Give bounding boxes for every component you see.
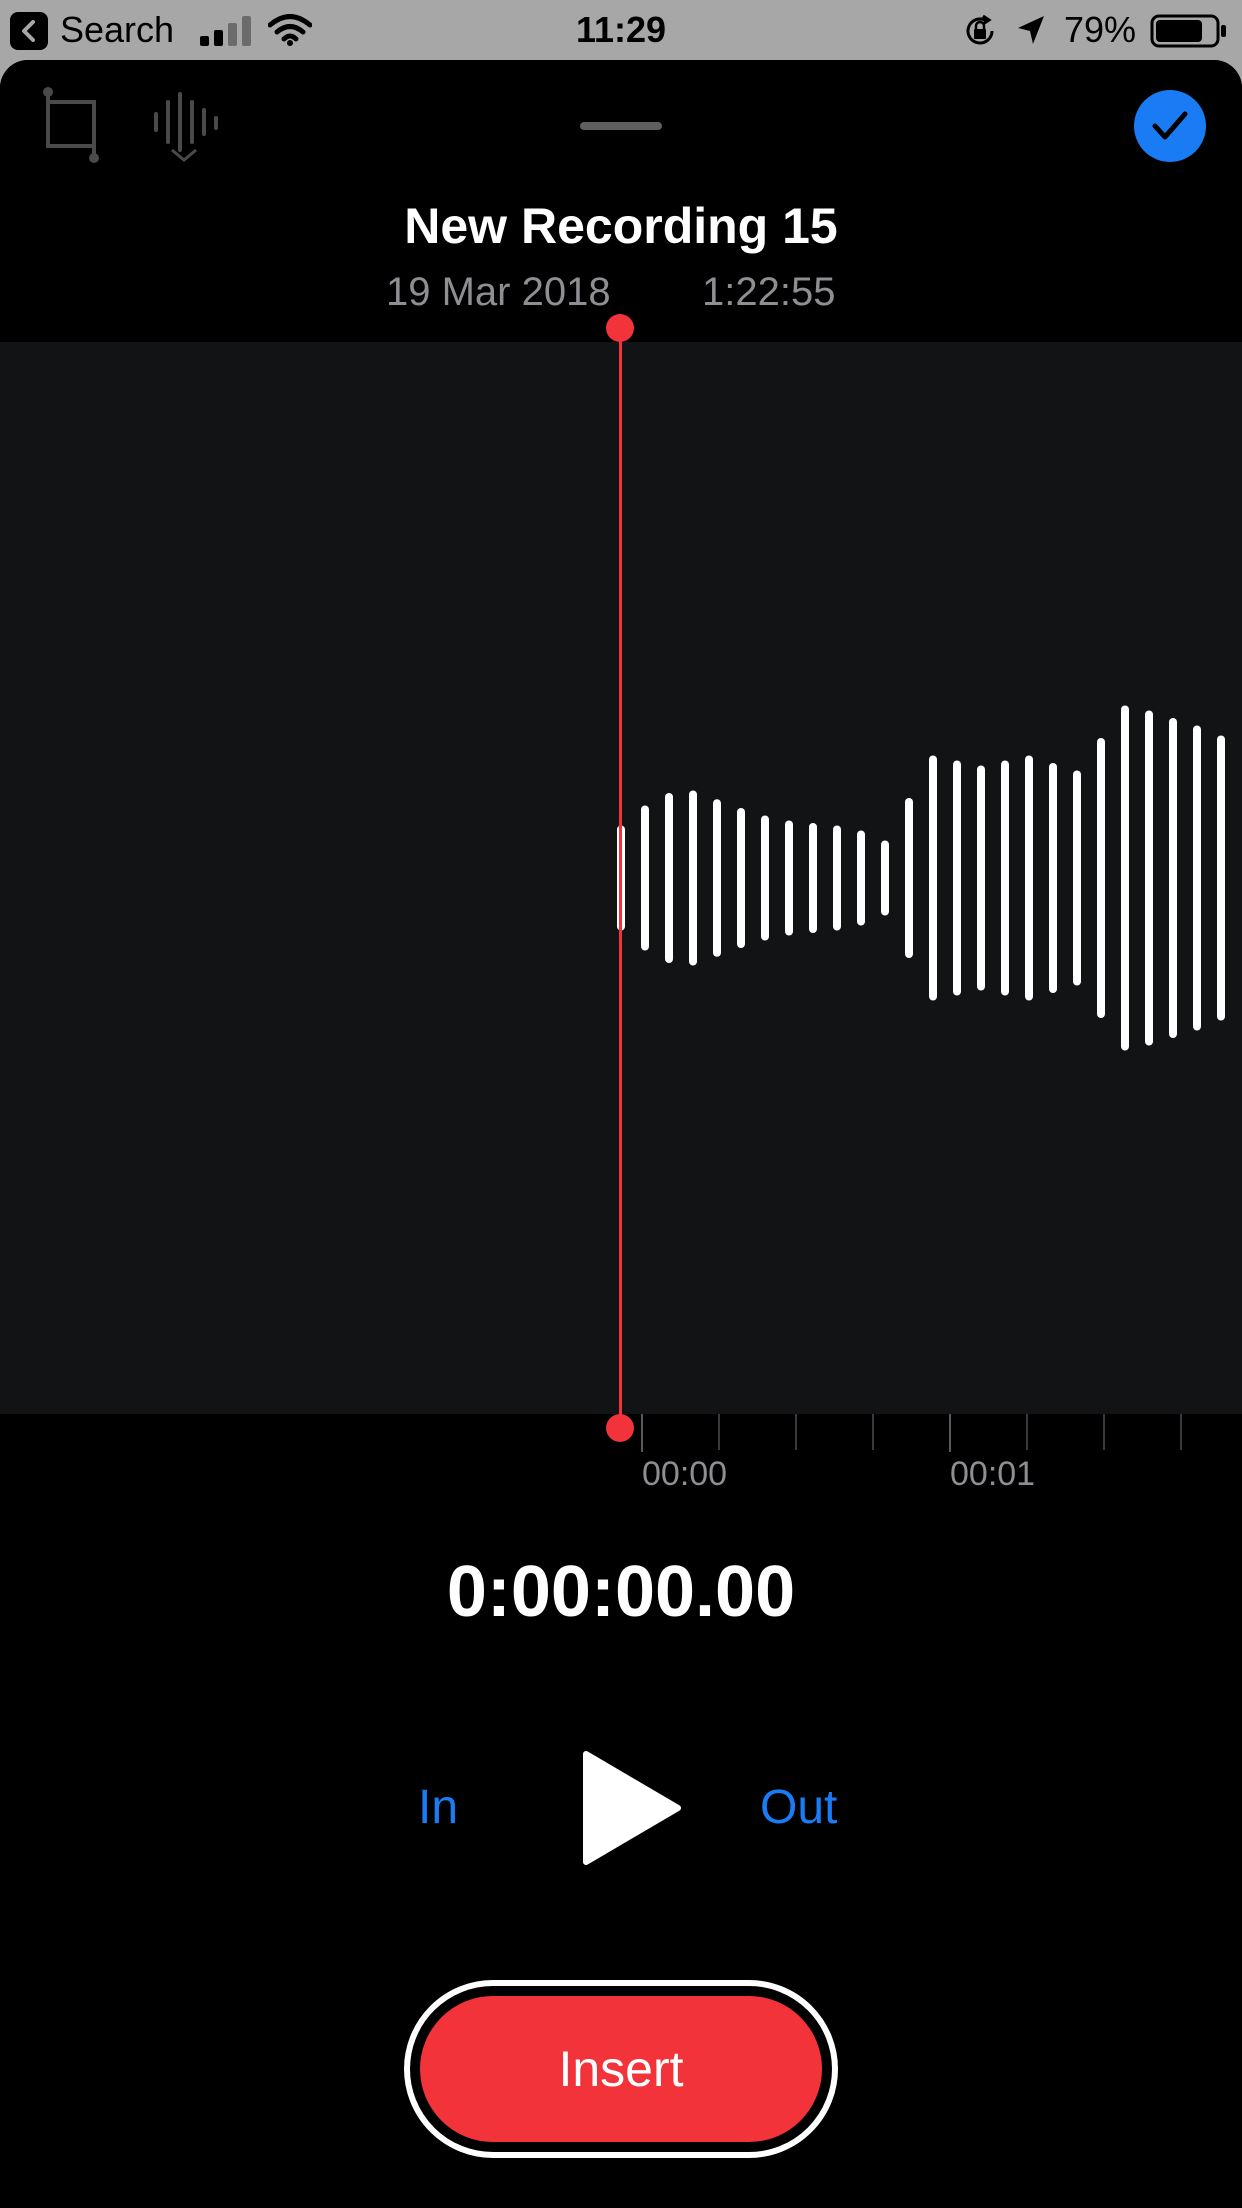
done-button[interactable] [1134,90,1206,162]
recording-title[interactable]: New Recording 15 [0,196,1242,256]
waveform-bar [1025,755,1033,1001]
checkmark-icon [1152,111,1188,140]
waveform-bar [1073,770,1081,986]
timeline-ruler[interactable] [0,1414,1242,1454]
waveform-bar [689,790,697,966]
waveform-bar [929,755,937,1001]
waveform-bar [785,820,793,936]
waveform-bar [953,760,961,996]
timeline-tick-label: 00:01 [950,1455,1036,1493]
waveform-bar [857,830,865,926]
waveform-bar [1001,760,1009,996]
playhead-line[interactable] [619,328,622,1428]
waveform-bar [1097,738,1105,1018]
sheet-grabber[interactable] [580,122,662,130]
status-bar: Search 11:29 79% [0,0,1242,60]
waveform-bar [809,823,817,933]
waveform-bar [1145,710,1153,1046]
waveform-bar [977,765,985,991]
recording-date: 19 Mar 2018 [386,270,611,314]
insert-button[interactable]: Insert [420,1996,822,2142]
play-icon [583,1751,681,1865]
battery-percentage: 79% [1064,9,1137,50]
waveform-bar [1169,718,1177,1038]
location-arrow-icon [1018,16,1044,44]
waveform-bar [1121,705,1129,1051]
waveform-bar [761,815,769,941]
waveform-bar [713,799,721,957]
skip-out-button[interactable]: Out [760,1780,837,1836]
battery-fill [1156,20,1202,42]
play-button[interactable] [580,1748,684,1868]
current-time-readout: 0:00:00.00 [446,1552,796,1632]
playhead-top-handle[interactable] [606,314,634,342]
waveform-bar [833,825,841,931]
waveform-bar [1049,763,1057,993]
waveform-bar [881,840,889,916]
battery-icon [1150,14,1226,48]
recording-duration: 1:22:55 [702,270,836,314]
enhance-waveform-icon[interactable] [150,90,222,164]
waveform-bar [905,798,913,958]
orientation-lock-icon [966,14,994,45]
waveform-bar [737,808,745,948]
waveform-bar [665,793,673,963]
timeline-tick-label: 00:00 [642,1455,728,1493]
status-time: 11:29 [575,9,667,50]
crop-icon[interactable] [40,84,104,166]
skip-in-button[interactable]: In [418,1780,458,1836]
waveform-bar [1217,735,1225,1021]
waveform-bar [1193,725,1201,1031]
waveform-bar [641,805,649,951]
